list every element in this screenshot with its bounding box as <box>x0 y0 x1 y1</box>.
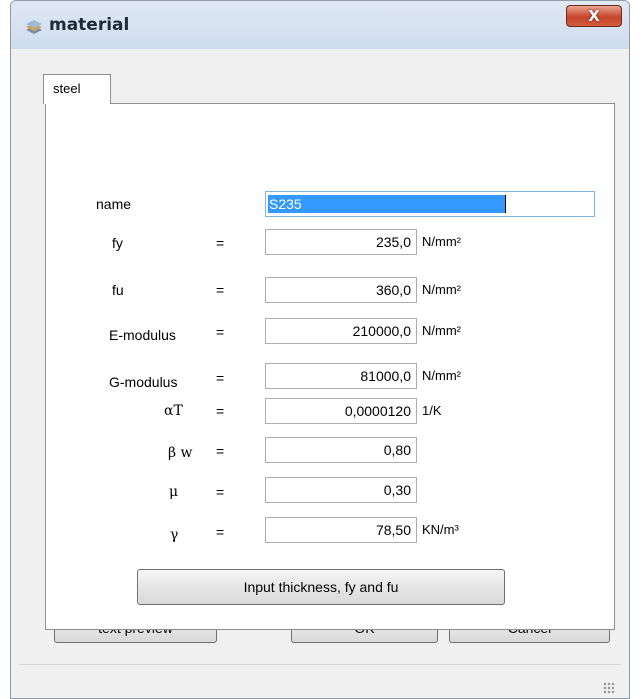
g-modulus-label: G-modulus <box>109 374 178 390</box>
g-modulus-equals: = <box>216 370 225 386</box>
fu-label: fu <box>112 282 124 298</box>
tab-steel-label: steel <box>53 81 81 96</box>
alpha-t-input[interactable]: 0,0000120 <box>265 398 417 424</box>
material-dialog: material X steel name S235 fy = 235,0 N/… <box>10 0 630 699</box>
close-button[interactable]: X <box>566 5 622 27</box>
gamma-label: γ <box>170 527 179 543</box>
fy-unit: N/mm² <box>422 234 461 249</box>
name-label: name <box>96 196 132 212</box>
tab-steel[interactable]: steel <box>43 74 111 104</box>
mu-input[interactable]: 0,30 <box>265 477 417 503</box>
window-title: material <box>49 15 130 35</box>
input-thickness-fy-fu-button[interactable]: Input thickness, fy and fu <box>137 569 505 605</box>
g-modulus-input[interactable]: 81000,0 <box>265 363 417 389</box>
status-bar <box>19 664 621 698</box>
name-input[interactable]: S235 <box>265 191 595 217</box>
text-caret <box>505 195 506 213</box>
g-modulus-unit: N/mm² <box>422 368 461 383</box>
title-bar[interactable]: material X <box>11 1 629 49</box>
gamma-input[interactable]: 78,50 <box>265 517 417 543</box>
beta-w-input[interactable]: 0,80 <box>265 437 417 463</box>
steel-tab-panel: name S235 fy = 235,0 N/mm² fu = 360,0 N/… <box>45 103 615 630</box>
e-modulus-label: E-modulus <box>109 327 176 343</box>
alpha-t-unit: 1/K <box>422 403 442 418</box>
alpha-t-label: αT <box>164 403 183 419</box>
mu-equals: = <box>216 484 225 500</box>
beta-w-equals: = <box>216 443 225 459</box>
alpha-t-equals: = <box>216 403 225 419</box>
fu-unit: N/mm² <box>422 282 461 297</box>
dialog-client-area: steel name S235 fy = 235,0 N/mm² fu = 36… <box>19 49 621 698</box>
material-layers-icon <box>26 20 42 34</box>
fu-equals: = <box>216 282 225 298</box>
fy-label: fy <box>112 235 123 251</box>
fy-equals: = <box>216 235 225 251</box>
fy-input[interactable]: 235,0 <box>265 229 417 255</box>
e-modulus-equals: = <box>216 324 225 340</box>
close-icon: X <box>588 7 600 25</box>
e-modulus-unit: N/mm² <box>422 323 461 338</box>
gamma-unit: KN/m³ <box>422 522 459 537</box>
e-modulus-input[interactable]: 210000,0 <box>265 318 417 344</box>
resize-grip-icon[interactable] <box>603 682 615 694</box>
beta-w-label: β w <box>168 445 193 461</box>
name-input-value: S235 <box>268 195 505 213</box>
fu-input[interactable]: 360,0 <box>265 277 417 303</box>
mu-label: μ <box>169 484 179 500</box>
gamma-equals: = <box>216 524 225 540</box>
